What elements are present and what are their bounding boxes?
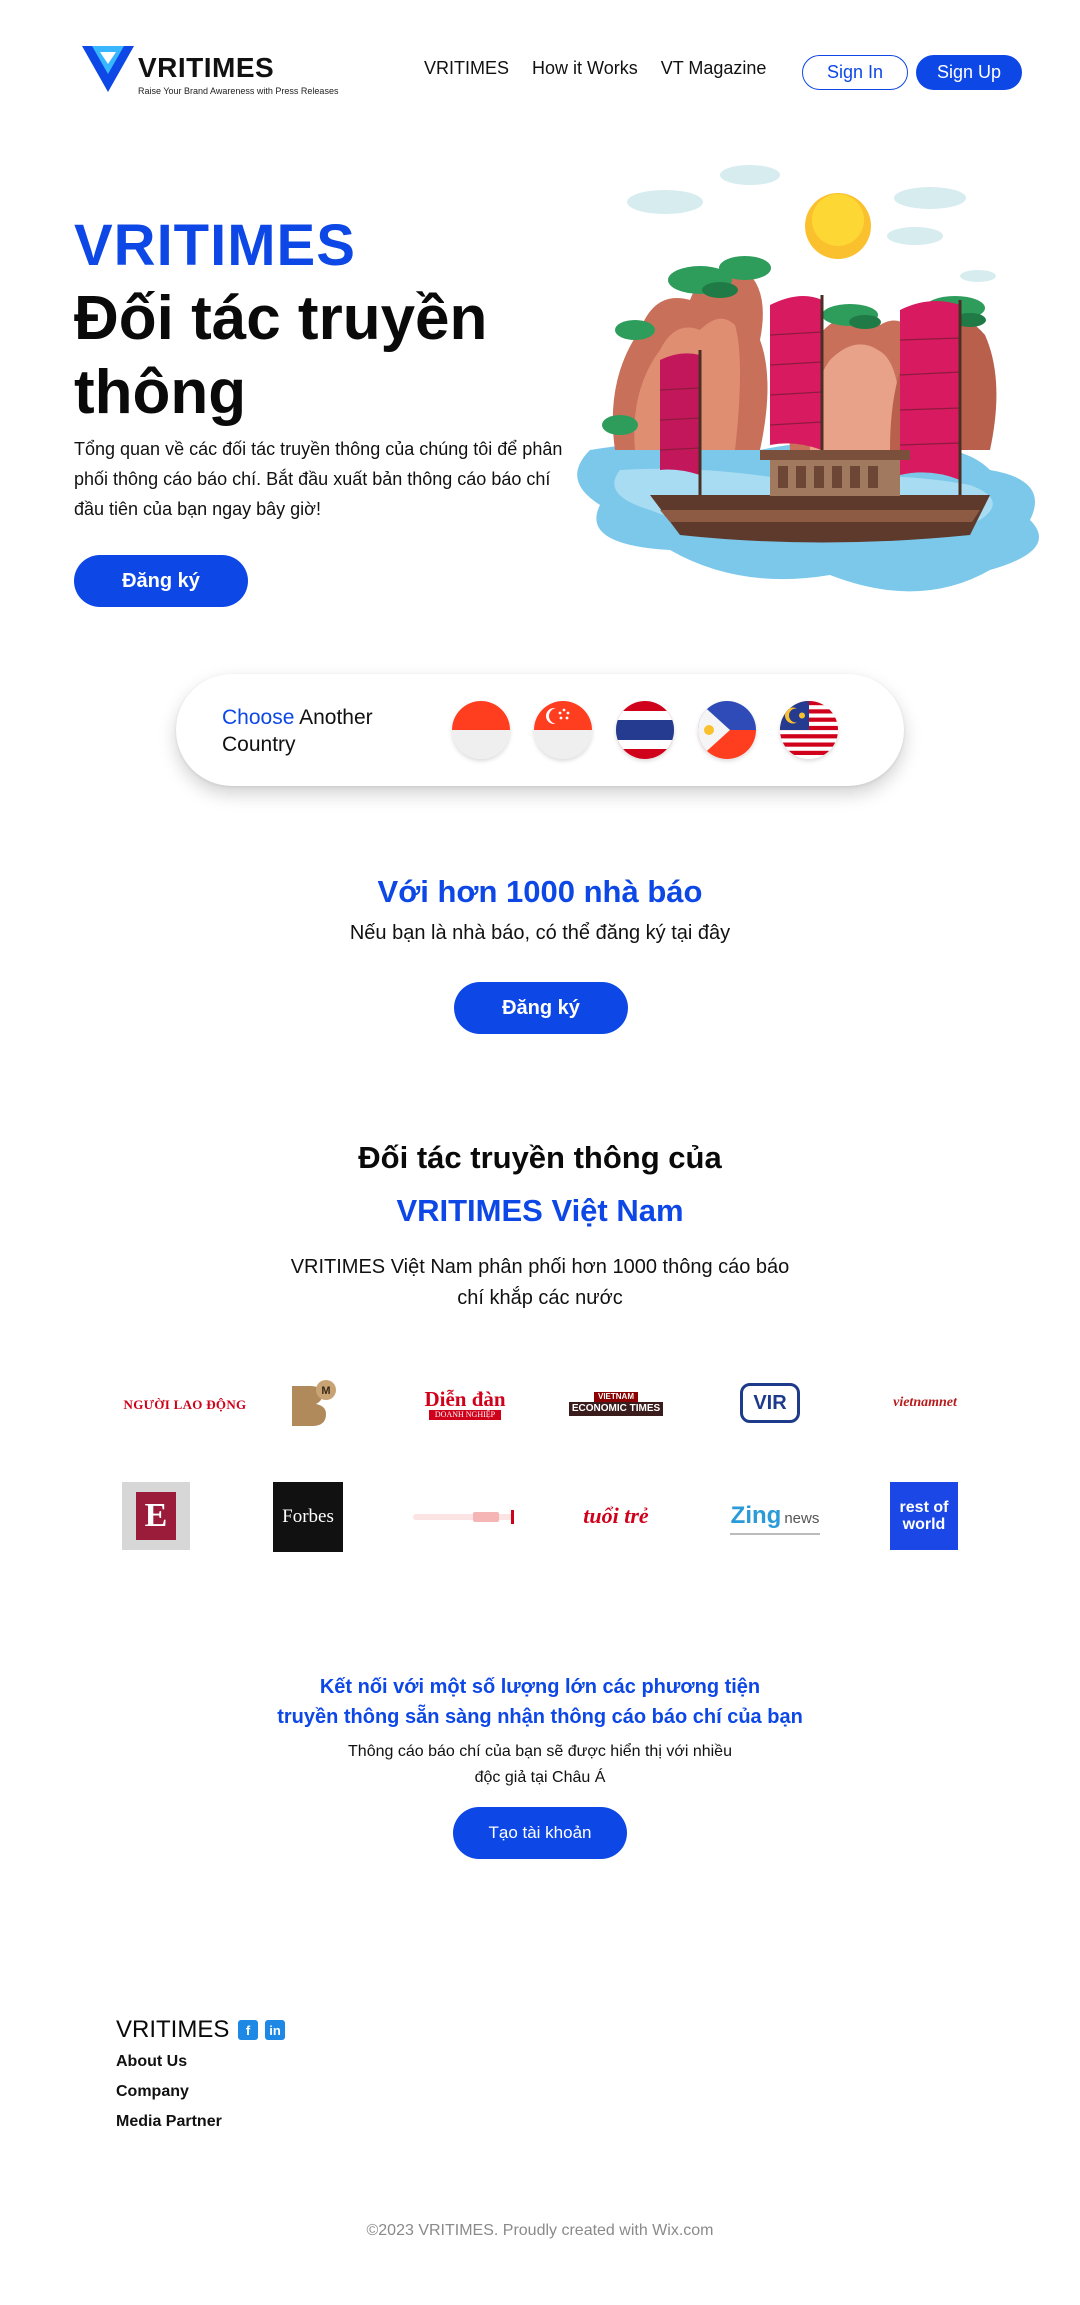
- nav-vritimes[interactable]: VRITIMES: [424, 58, 509, 79]
- rest-of-world-logo: rest of world: [890, 1482, 958, 1550]
- partner-logo-faded: [410, 1500, 520, 1534]
- footer-link-company[interactable]: Company: [116, 2083, 189, 2101]
- brands-vietnam-logo: M: [280, 1372, 344, 1436]
- country-selector-card: Choose Another Country: [176, 674, 904, 786]
- hero-brand: VRITIMES: [74, 213, 356, 278]
- forbes-logo: Forbes: [273, 1482, 343, 1552]
- partners-title: Đối tác truyền thông của: [358, 1140, 722, 1175]
- choose-country-label: Choose Another Country: [222, 704, 402, 758]
- nguoi-lao-dong-logo: NGƯỜI LAO ĐỘNG: [123, 1397, 247, 1412]
- country-word: Country: [222, 733, 296, 756]
- hero-title: Đối tác truyền thông: [74, 284, 488, 427]
- journalists-title: Với hơn 1000 nhà báo: [377, 874, 703, 909]
- logo-tagline: Raise Your Brand Awareness with Press Re…: [138, 86, 339, 96]
- footer-link-about-us[interactable]: About Us: [116, 2053, 187, 2071]
- hero-description: Tổng quan về các đối tác truyền thông củ…: [74, 439, 563, 519]
- create-account-button[interactable]: Tạo tài khoản: [453, 1807, 627, 1859]
- zing-news-logo: Zing news: [720, 1494, 830, 1542]
- connect-title-line1: Kết nối với một số lượng lớn các phương …: [319, 1676, 761, 1698]
- journalist-register-button[interactable]: Đăng ký: [454, 982, 628, 1034]
- linkedin-icon[interactable]: in: [265, 2020, 285, 2040]
- sign-up-button[interactable]: Sign Up: [916, 55, 1022, 90]
- logo-wordmark: VRITIMES: [138, 52, 275, 83]
- ha-long-bay-illustration: [577, 165, 1039, 592]
- tuoi-tre-logo: tuổi trẻ: [583, 1503, 649, 1528]
- main-nav: VRITIMES How it Works VT Magazine: [424, 58, 789, 79]
- svg-text:M: M: [321, 1385, 330, 1397]
- vietnam-economic-times-logo: VIETNAM ECONOMIC TIMES: [566, 1386, 666, 1422]
- malaysia-flag-icon[interactable]: [780, 701, 838, 759]
- sign-in-button[interactable]: Sign In: [802, 55, 908, 90]
- facebook-icon[interactable]: f: [238, 2020, 258, 2040]
- partners-description: VRITIMES Việt Nam phân phối hơn 1000 thô…: [290, 1256, 790, 1309]
- vietnamnet-logo: vietnamnet: [893, 1395, 957, 1410]
- logo-v-icon: [82, 46, 134, 92]
- connect-title: Kết nối với một số lượng lớn các phương …: [0, 1672, 1080, 1732]
- philippines-flag-icon[interactable]: [698, 701, 756, 759]
- vir-logo: VIR: [738, 1380, 802, 1426]
- dien-dan-doanh-nghiep-logo: Diễn đàn DOANH NGHIỆP: [424, 1387, 506, 1420]
- footer-link-media-partner[interactable]: Media Partner: [116, 2113, 222, 2131]
- copyright-text: ©2023 VRITIMES. Proudly created with Wix…: [366, 2222, 714, 2239]
- e-magazine-logo: E: [122, 1482, 190, 1550]
- singapore-flag-icon[interactable]: [534, 701, 592, 759]
- connect-title-line2: truyền thông sẵn sàng nhận thông cáo báo…: [277, 1706, 803, 1728]
- choose-word: Choose: [222, 706, 295, 729]
- thailand-flag-icon[interactable]: [616, 701, 674, 759]
- indonesia-flag-icon[interactable]: [452, 701, 510, 759]
- connect-desc-line2: độc giả tại Châu Á: [474, 1769, 606, 1786]
- site-header: VRITIMES Raise Your Brand Awareness with…: [0, 0, 1080, 140]
- partners-brand: VRITIMES Việt Nam: [396, 1193, 684, 1228]
- connect-description: Thông cáo báo chí của bạn sẽ được hiển t…: [0, 1739, 1080, 1791]
- another-word: Another: [299, 706, 373, 729]
- nav-how-it-works[interactable]: How it Works: [532, 58, 638, 79]
- hero-register-button[interactable]: Đăng ký: [74, 555, 248, 607]
- nav-vt-magazine[interactable]: VT Magazine: [661, 58, 767, 79]
- vritimes-logo[interactable]: VRITIMES Raise Your Brand Awareness with…: [82, 46, 342, 102]
- footer-brand: VRITIMES: [116, 2016, 230, 2043]
- connect-desc-line1: Thông cáo báo chí của bạn sẽ được hiển t…: [348, 1743, 732, 1760]
- journalists-subtitle: Nếu bạn là nhà báo, có thể đăng ký tại đ…: [349, 922, 731, 944]
